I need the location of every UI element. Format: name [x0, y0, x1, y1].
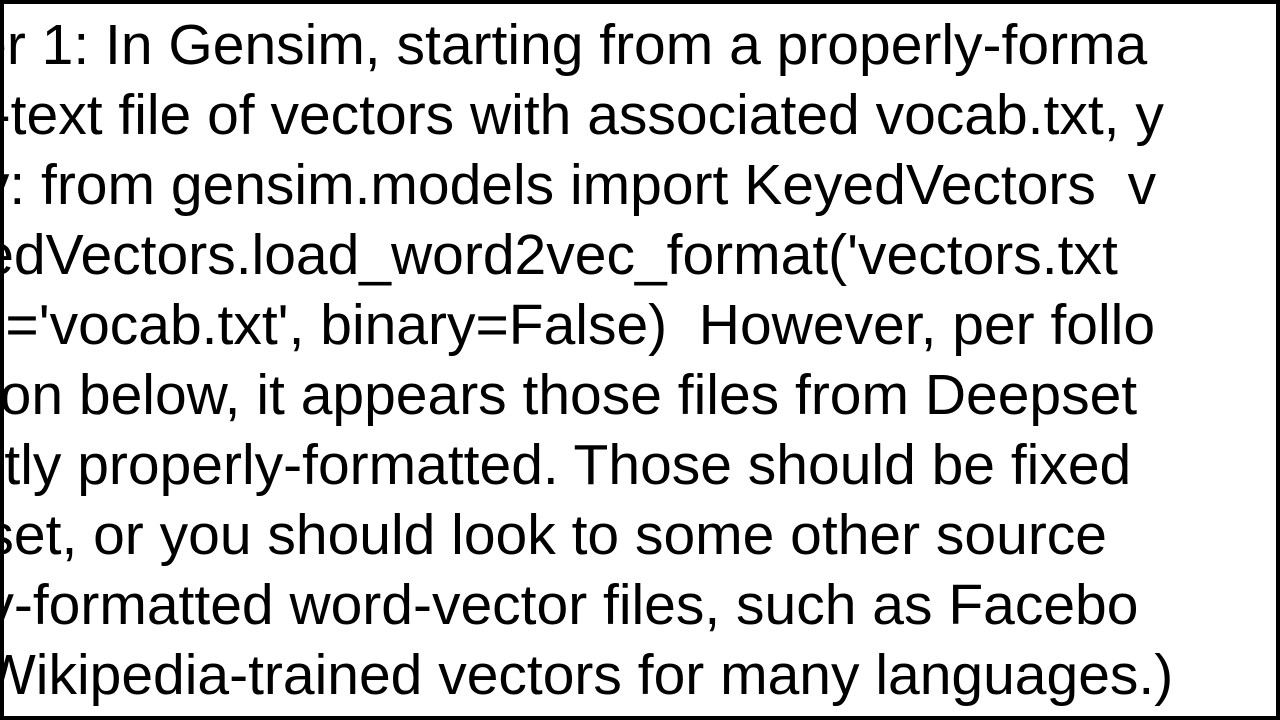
text-line: epset, or you should look to some other …: [0, 500, 1123, 570]
text-line: wer 1: In Gensim, starting from a proper…: [0, 10, 1147, 80]
document-frame: wer 1: In Gensim, starting from a proper…: [0, 0, 1280, 720]
text-line: eyedVectors.load_word2vec_format('vector…: [0, 220, 1118, 290]
text-line: Wikipedia-trained vectors for many langu…: [0, 640, 1173, 710]
text-line: ssion below, it appears those files from…: [0, 360, 1137, 430]
text-line: n-text file of vectors with associated v…: [0, 80, 1164, 150]
text-line: ab='vocab.txt', binary=False) However, p…: [0, 290, 1155, 360]
answer-text-block: wer 1: In Gensim, starting from a proper…: [4, 4, 67, 720]
text-line: rently properly-formatted. Those should …: [0, 430, 1131, 500]
text-line: try: from gensim.models import KeyedVect…: [0, 150, 1156, 220]
text-line: erly-formatted word-vector files, such a…: [0, 570, 1138, 640]
